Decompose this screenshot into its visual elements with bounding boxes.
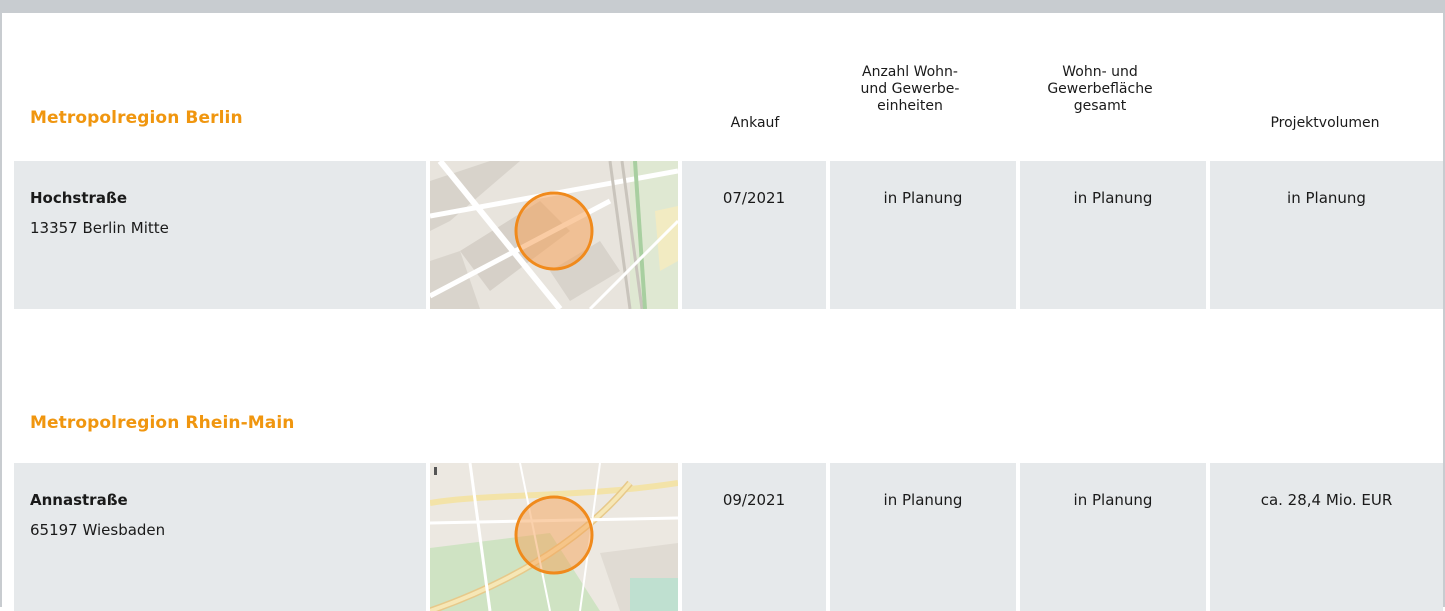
- volumen-value: ca. 28,4 Mio. EUR: [1260, 491, 1393, 509]
- ankauf-cell: 09/2021: [682, 463, 826, 611]
- project-street: Hochstraße: [30, 189, 128, 207]
- flaeche-cell: in Planung: [1020, 161, 1206, 309]
- region-title-berlin: Metropolregion Berlin: [30, 108, 243, 128]
- column-header-ankauf: Ankauf: [730, 115, 780, 131]
- volumen-cell: ca. 28,4 Mio. EUR: [1210, 463, 1443, 611]
- ankauf-value: 07/2021: [722, 189, 786, 207]
- left-frame-rule: [0, 13, 2, 607]
- table-row: Hochstraße 13357 Berlin Mitte 07/2021 in…: [14, 161, 1443, 309]
- einheiten-value: in Planung: [883, 491, 963, 509]
- flaeche-value: in Planung: [1073, 189, 1153, 207]
- column-header-flaeche: Wohn- und Gewerbefläche gesamt: [1047, 64, 1153, 114]
- einheiten-value: in Planung: [883, 189, 963, 207]
- project-city: 65197 Wiesbaden: [30, 521, 166, 539]
- location-map-thumbnail[interactable]: [430, 161, 678, 309]
- map-image: [430, 463, 678, 611]
- volumen-value: in Planung: [1287, 189, 1366, 207]
- region-title-rhein-main: Metropolregion Rhein-Main: [30, 413, 295, 433]
- map-image: [430, 161, 678, 309]
- column-header-projektvolumen: Projektvolumen: [1270, 115, 1380, 131]
- project-city: 13357 Berlin Mitte: [30, 219, 169, 237]
- column-header-einheiten: Anzahl Wohn- und Gewerbe- einheiten: [860, 64, 960, 114]
- einheiten-cell: in Planung: [830, 161, 1016, 309]
- table-row: Annastraße 65197 Wiesbaden 09/2021 in Pl…: [14, 463, 1443, 611]
- location-map-thumbnail[interactable]: [430, 463, 678, 611]
- project-street: Annastraße: [30, 491, 128, 509]
- flaeche-value: in Planung: [1073, 491, 1153, 509]
- flaeche-cell: in Planung: [1020, 463, 1206, 611]
- ankauf-cell: 07/2021: [682, 161, 826, 309]
- address-cell: Hochstraße 13357 Berlin Mitte: [14, 161, 426, 309]
- address-cell: Annastraße 65197 Wiesbaden: [14, 463, 426, 611]
- top-frame-bar: [0, 0, 1445, 13]
- volumen-cell: in Planung: [1210, 161, 1443, 309]
- ankauf-value: 09/2021: [722, 491, 786, 509]
- einheiten-cell: in Planung: [830, 463, 1016, 611]
